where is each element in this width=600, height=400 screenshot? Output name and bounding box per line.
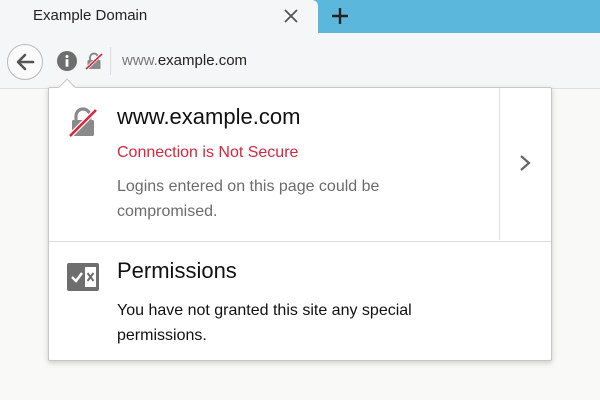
security-section: www.example.com Connection is Not Secure… [49, 88, 551, 242]
insecure-lock-icon [67, 106, 99, 138]
tab-example-domain[interactable]: Example Domain [0, 0, 318, 33]
permissions-title: Permissions [117, 258, 237, 283]
insecure-lock-icon[interactable] [84, 51, 104, 71]
identity-popup: www.example.com Connection is Not Secure… [48, 78, 552, 361]
back-arrow-icon [16, 53, 35, 71]
chevron-right-icon [520, 155, 531, 171]
permissions-description: You have not granted this site any speci… [117, 302, 412, 344]
navigation-toolbar: www.example.com [0, 33, 600, 89]
permissions-section: Permissions You have not granted this si… [49, 242, 551, 360]
url-domain: example.com [157, 52, 248, 69]
url-prefix: www. [122, 52, 158, 69]
permissions-icon [66, 262, 100, 292]
security-expand-button[interactable] [500, 88, 551, 240]
close-icon[interactable] [279, 4, 303, 28]
popup-host: www.example.com [117, 104, 301, 129]
connection-description: Logins entered on this page could be com… [117, 178, 380, 220]
info-icon[interactable] [56, 50, 78, 72]
url-bar-input[interactable]: www.example.com [122, 52, 247, 69]
tab-title: Example Domain [33, 7, 148, 24]
connection-status: Connection is Not Secure [117, 144, 299, 161]
plus-icon[interactable] [324, 3, 356, 29]
tab-strip: Example Domain [0, 0, 600, 33]
url-separator [110, 47, 111, 75]
back-button[interactable] [7, 44, 43, 80]
